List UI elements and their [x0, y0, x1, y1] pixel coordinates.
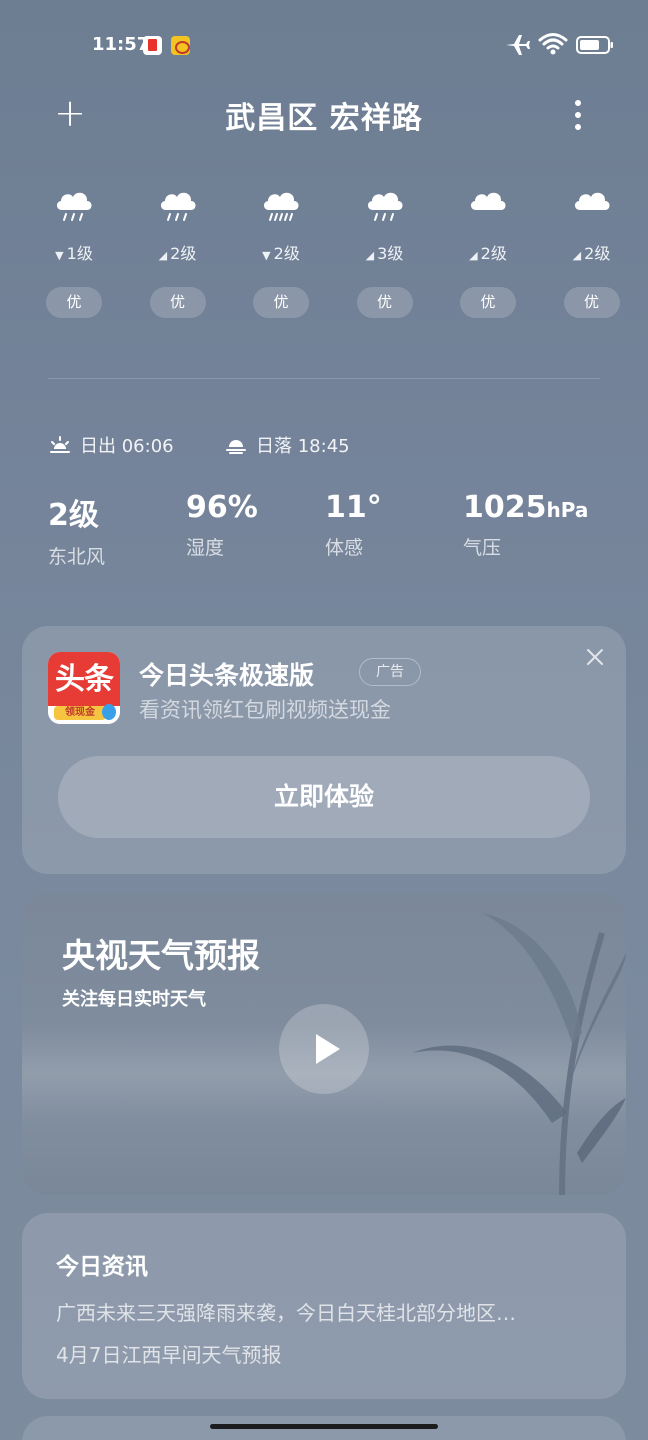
pressure-number: 1025 [463, 490, 547, 525]
ad-app-logo[interactable]: 头条 领现金 [48, 652, 120, 724]
hourly-item[interactable]: ◢ 2级优 [436, 180, 540, 330]
aqi-badge: 优 [563, 287, 620, 318]
hourly-wind-level: 2级 [584, 244, 611, 263]
humidity-value: 96% [186, 490, 258, 525]
news-item[interactable]: 4月7日江西早间天气预报 [56, 1339, 592, 1368]
ad-subtitle: 看资讯领红包刷视频送现金 [139, 698, 391, 722]
ad-logo-text: 头条 [48, 652, 120, 706]
hourly-wind-level: 1级 [66, 244, 93, 263]
light-rain-icon [367, 192, 402, 221]
sunset-label: 日落 18:45 [256, 436, 350, 457]
hourly-wind-level: 2级 [273, 244, 300, 263]
lightning-icon [102, 704, 116, 720]
hourly-wind: ◢ 2级 [126, 240, 230, 264]
humidity-stat: 96% 湿度 [186, 490, 258, 560]
wind-label: 东北风 [48, 546, 106, 568]
pressure-stat: 1025hPa 气压 [463, 490, 588, 560]
humidity-label: 湿度 [186, 537, 225, 559]
sunset: 日落 18:45 [224, 432, 350, 458]
hourly-item[interactable]: ◢ 2级优 [126, 180, 230, 330]
hourly-wind: ▼ 1级 [22, 240, 126, 264]
ad-try-now-button[interactable]: 立即体验 [58, 756, 590, 838]
hourly-wind-level: 3级 [377, 244, 404, 263]
home-indicator[interactable] [210, 1424, 438, 1429]
hourly-wind: ◢ 2级 [540, 240, 644, 264]
feels-like-value: 11° [325, 490, 382, 525]
aqi-badge: 优 [46, 287, 102, 318]
video-title: 央视天气预报 [62, 936, 260, 975]
hourly-wind: ◢ 2级 [436, 240, 540, 264]
sunrise-label: 日出 06:06 [80, 436, 174, 457]
hourly-item[interactable]: ▼ 2级优 [229, 180, 333, 330]
wind-direction-icon: ◢ [365, 249, 375, 262]
weather-details: 2级 东北风 96% 湿度 11° 体感 1025hPa 气压 [48, 490, 628, 570]
divider [48, 378, 600, 379]
aqi-badge: 优 [356, 287, 413, 318]
news-card[interactable]: 今日资讯 广西未来三天强降雨来袭，今日白天桂北部分地区… 4月7日江西早间天气预… [22, 1213, 626, 1399]
status-bar: 11:57 [0, 0, 648, 90]
plant-illustration [412, 913, 626, 1195]
hourly-forecast[interactable]: ▼ 1级优 ◢ 2级优 ▼ 2级优 ◢ 3级优 ◢ 2级优 ◢ 2级优 [22, 180, 648, 330]
play-button[interactable] [279, 1004, 369, 1094]
cloudy-icon [470, 192, 506, 210]
aqi-badge: 优 [149, 287, 206, 318]
aqi-badge: 优 [460, 287, 516, 318]
light-rain-icon [160, 192, 195, 221]
video-subtitle: 关注每日实时天气 [62, 989, 206, 1010]
hourly-item[interactable]: ◢ 3级优 [333, 180, 437, 330]
close-icon[interactable] [584, 646, 606, 668]
moderate-rain-icon [263, 192, 299, 221]
light-rain-icon [56, 192, 92, 221]
hourly-wind: ◢ 3级 [333, 240, 437, 264]
notification-app-icon [143, 36, 162, 55]
ad-logo-sub: 领现金 [54, 706, 106, 720]
aqi-badge: 优 [253, 287, 309, 318]
location-title: 武昌区 宏祥路 [225, 101, 423, 136]
wind-value: 2级 [48, 498, 99, 533]
status-time: 11:57 [92, 34, 150, 55]
wind-stat: 2级 东北风 [48, 490, 105, 569]
airplane-icon [506, 35, 530, 55]
wind-direction-icon: ▼ [55, 249, 64, 262]
wifi-icon [538, 33, 568, 55]
sunset-icon [226, 440, 246, 454]
cctv-weather-video-card[interactable]: 央视天气预报 关注每日实时天气 [22, 893, 626, 1195]
pressure-unit: hPa [546, 498, 589, 522]
more-options-button[interactable] [566, 98, 590, 132]
wind-direction-icon: ◢ [158, 249, 168, 262]
pressure-value: 1025hPa [463, 490, 588, 525]
feels-like-stat: 11° 体感 [325, 490, 382, 560]
pressure-label: 气压 [463, 537, 502, 559]
weibo-icon [171, 36, 190, 55]
ad-badge: 广告 [359, 658, 421, 686]
sunrise: 日出 06:06 [48, 432, 174, 458]
hourly-wind-level: 2级 [480, 244, 507, 263]
sun-times: 日出 06:06 日落 18:45 [48, 432, 608, 460]
cloudy-icon [574, 192, 609, 210]
hourly-wind-level: 2级 [170, 244, 197, 263]
ad-title[interactable]: 今日头条极速版 [139, 656, 314, 692]
dot [575, 112, 581, 118]
news-title: 今日资讯 [56, 1254, 148, 1280]
dot [575, 100, 581, 106]
hourly-item[interactable]: ▼ 1级优 [22, 180, 126, 330]
hourly-wind: ▼ 2级 [229, 240, 333, 264]
news-item[interactable]: 广西未来三天强降雨来袭，今日白天桂北部分地区… [56, 1297, 592, 1326]
sunrise-icon [50, 436, 70, 453]
wind-direction-icon: ◢ [469, 249, 478, 262]
battery-icon [576, 36, 613, 54]
hourly-item[interactable]: ◢ 2级优 [540, 180, 644, 330]
feels-like-label: 体感 [325, 537, 364, 559]
ad-card[interactable]: 头条 领现金 今日头条极速版 广告 看资讯领红包刷视频送现金 立即体验 [22, 626, 626, 874]
wind-direction-icon: ▼ [262, 249, 271, 262]
wind-direction-icon: ◢ [572, 249, 582, 262]
dot [575, 124, 581, 130]
